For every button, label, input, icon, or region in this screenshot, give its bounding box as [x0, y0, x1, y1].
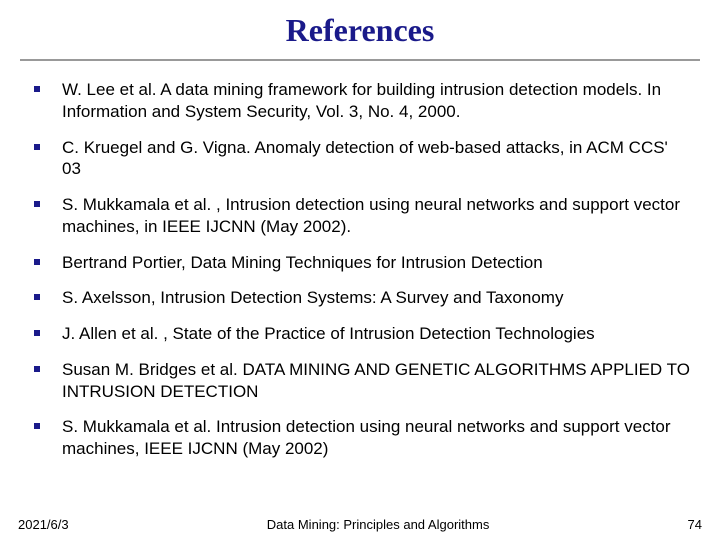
bullet-icon	[34, 423, 40, 429]
footer-title: Data Mining: Principles and Algorithms	[69, 517, 688, 532]
bullet-icon	[34, 201, 40, 207]
list-item: J. Allen et al. , State of the Practice …	[30, 323, 690, 345]
bullet-icon	[34, 330, 40, 336]
list-item: Susan M. Bridges et al. DATA MINING AND …	[30, 359, 690, 403]
reference-text: S. Axelsson, Intrusion Detection Systems…	[62, 287, 690, 309]
reference-text: W. Lee et al. A data mining framework fo…	[62, 79, 690, 123]
list-item: C. Kruegel and G. Vigna. Anomaly detecti…	[30, 137, 690, 181]
reference-text: J. Allen et al. , State of the Practice …	[62, 323, 690, 345]
reference-text: S. Mukkamala et al. , Intrusion detectio…	[62, 194, 690, 238]
page-title: References	[0, 0, 720, 59]
footer-date: 2021/6/3	[18, 517, 69, 532]
list-item: W. Lee et al. A data mining framework fo…	[30, 79, 690, 123]
list-item: Bertrand Portier, Data Mining Techniques…	[30, 252, 690, 274]
reference-list: W. Lee et al. A data mining framework fo…	[0, 79, 720, 460]
list-item: S. Axelsson, Intrusion Detection Systems…	[30, 287, 690, 309]
reference-text: Bertrand Portier, Data Mining Techniques…	[62, 252, 690, 274]
reference-text: Susan M. Bridges et al. DATA MINING AND …	[62, 359, 690, 403]
reference-text: S. Mukkamala et al. Intrusion detection …	[62, 416, 690, 460]
footer-page-number: 74	[688, 517, 702, 532]
bullet-icon	[34, 259, 40, 265]
reference-text: C. Kruegel and G. Vigna. Anomaly detecti…	[62, 137, 690, 181]
title-underline	[20, 59, 700, 61]
list-item: S. Mukkamala et al. Intrusion detection …	[30, 416, 690, 460]
list-item: S. Mukkamala et al. , Intrusion detectio…	[30, 194, 690, 238]
bullet-icon	[34, 366, 40, 372]
bullet-icon	[34, 86, 40, 92]
bullet-icon	[34, 294, 40, 300]
slide-footer: 2021/6/3 Data Mining: Principles and Alg…	[0, 517, 720, 532]
bullet-icon	[34, 144, 40, 150]
